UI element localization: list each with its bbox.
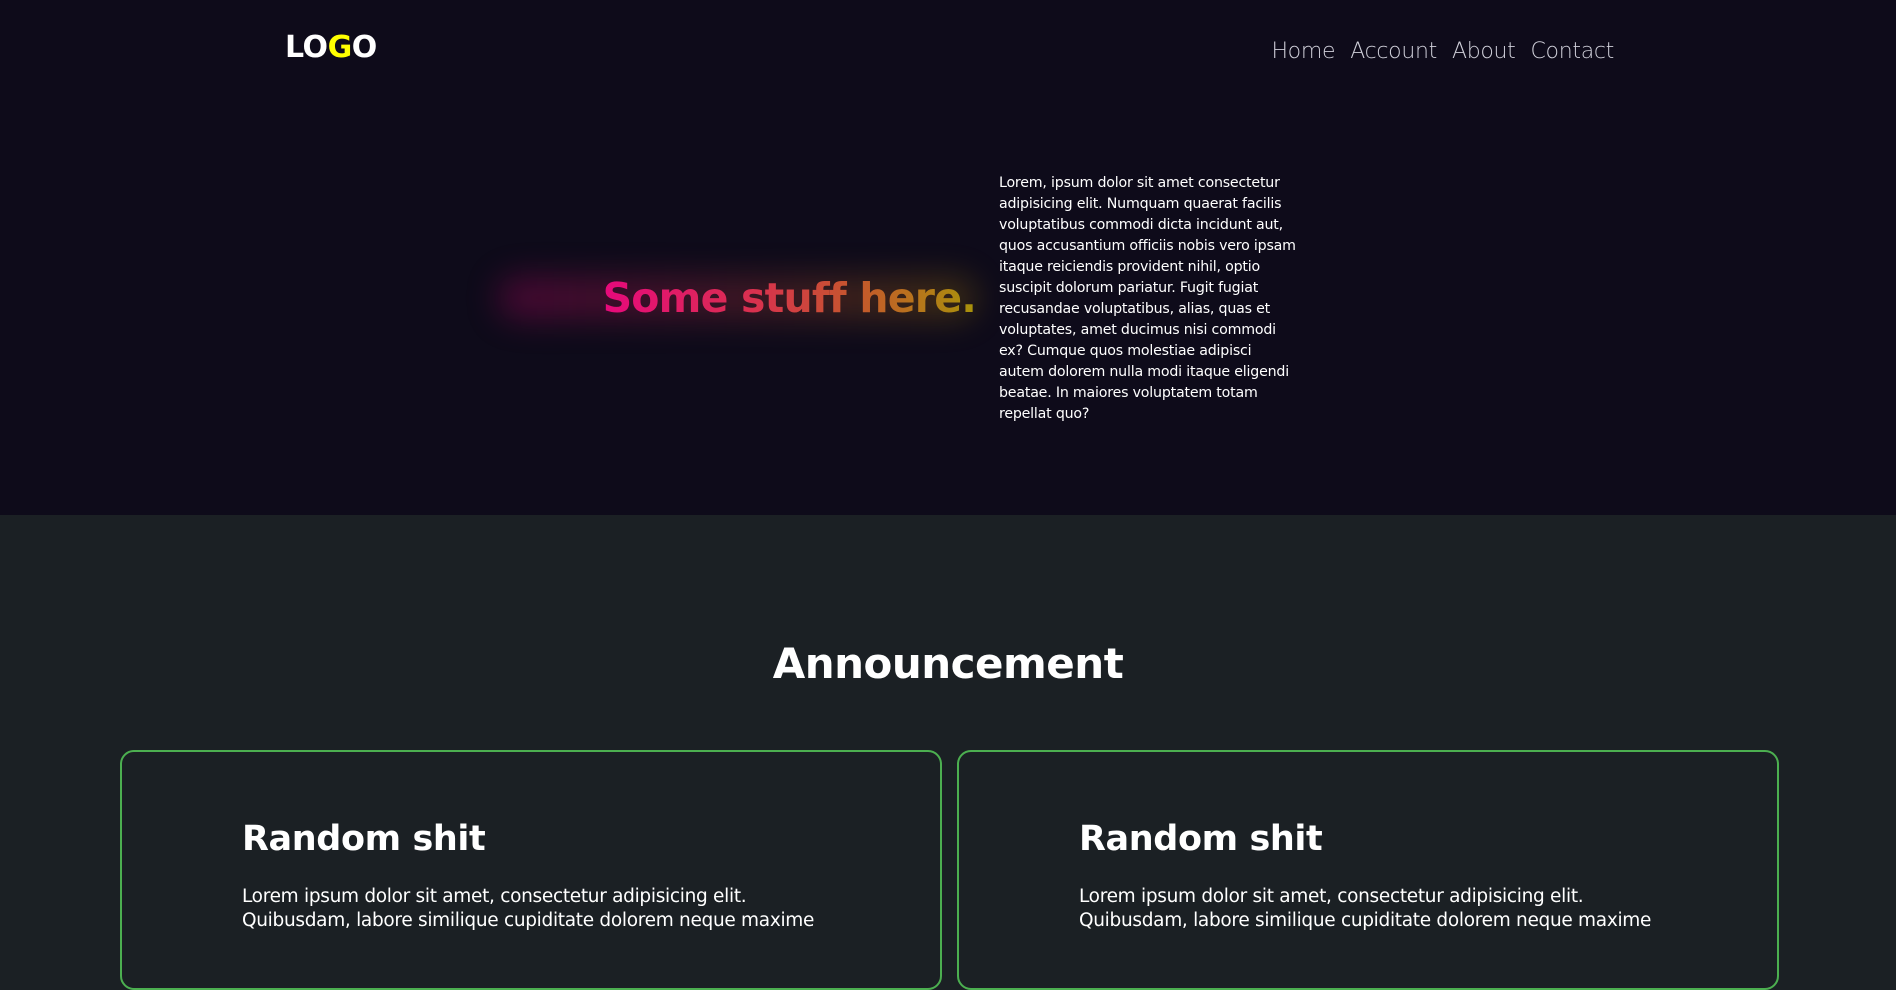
nav-link-about[interactable]: About bbox=[1452, 36, 1516, 68]
main-nav: Home Account About Contact bbox=[1271, 36, 1614, 68]
nav-link-home[interactable]: Home bbox=[1271, 36, 1335, 68]
card-text: Lorem ipsum dolor sit amet, consectetur … bbox=[1079, 886, 1652, 931]
announcement-card: Random shit Lorem ipsum dolor sit amet, … bbox=[120, 750, 942, 990]
hero-section: LOGO Home Account About Contact Some stu… bbox=[0, 0, 1896, 515]
site-logo[interactable]: LOGO bbox=[285, 28, 377, 68]
announcement-card: Random shit Lorem ipsum dolor sit amet, … bbox=[957, 750, 1779, 990]
hero-heading: Some stuff here. bbox=[602, 274, 977, 322]
card-text: Lorem ipsum dolor sit amet, consectetur … bbox=[242, 886, 815, 931]
logo-text-start: LO bbox=[285, 30, 328, 65]
nav-link-contact[interactable]: Contact bbox=[1531, 36, 1615, 68]
logo-text-accent: G bbox=[327, 30, 353, 65]
hero-paragraph: Lorem, ipsum dolor sit amet consectetur … bbox=[999, 175, 1296, 422]
card-title: Random shit bbox=[1079, 819, 1323, 859]
card-title: Random shit bbox=[242, 819, 486, 859]
announcement-title: Announcement bbox=[772, 639, 1124, 688]
nav-link-account[interactable]: Account bbox=[1350, 36, 1437, 68]
logo-text-end: O bbox=[351, 30, 378, 65]
hero-heading-wrap: Some stuff here. bbox=[498, 267, 977, 329]
